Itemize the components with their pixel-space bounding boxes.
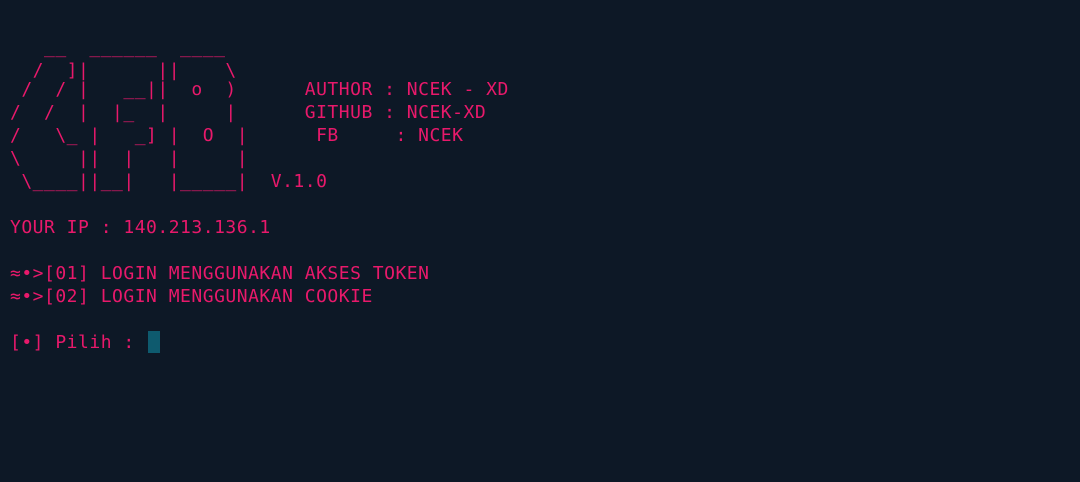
text-cursor[interactable]	[148, 331, 161, 353]
prompt-line[interactable]: [•] Pilih :	[10, 331, 161, 354]
banner-line-6: \ || | | |	[10, 148, 249, 169]
terminal-window[interactable]: __ ______ ____ / ]| || \ / / | __|| o ) …	[0, 0, 1080, 482]
banner-line-7: \____||__| |_____| V.1.0	[10, 171, 328, 192]
prompt-label: [•] Pilih :	[10, 332, 147, 353]
banner-line-4: / / | |_ | | GITHUB : NCEK-XD	[10, 102, 487, 123]
menu-item-01: ≈•>[01] LOGIN MENGGUNAKAN AKSES TOKEN	[10, 263, 430, 284]
banner-line-1: __ ______ ____	[10, 37, 226, 58]
banner-line-5: / \_ | _] | O | FB : NCEK	[10, 125, 464, 146]
banner-line-3: / / | __|| o ) AUTHOR : NCEK - XD	[10, 79, 509, 100]
ip-address-line: YOUR IP : 140.213.136.1	[10, 217, 271, 238]
menu-item-02: ≈•>[02] LOGIN MENGGUNAKAN COOKIE	[10, 286, 373, 307]
